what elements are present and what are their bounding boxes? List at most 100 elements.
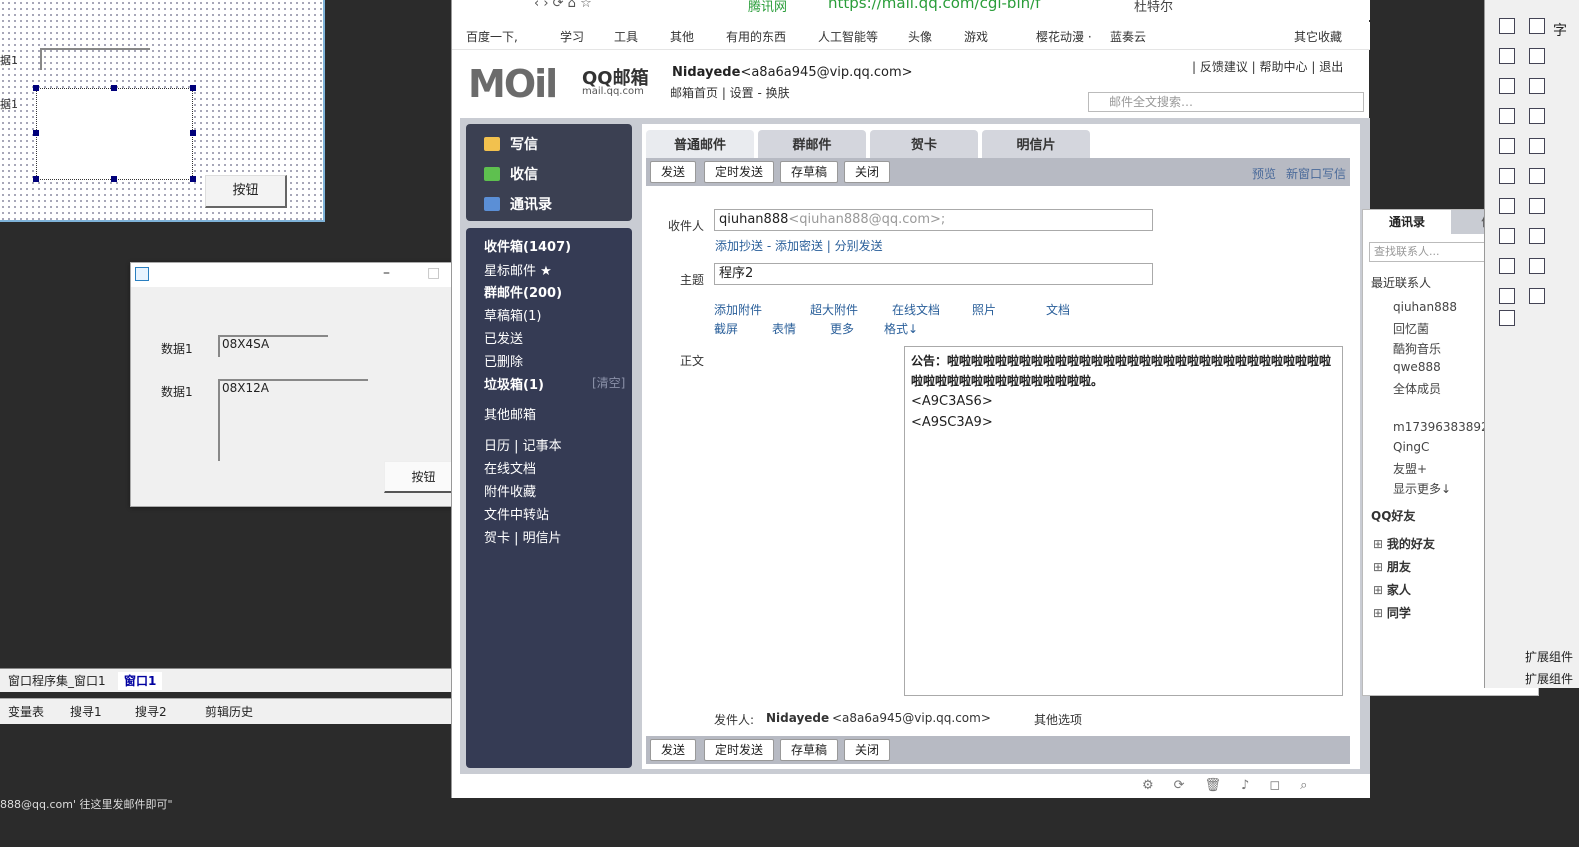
combo-icon[interactable] <box>1529 108 1545 124</box>
calendar-notes[interactable]: 日历 | 记事本 <box>484 435 562 454</box>
resize-handle[interactable] <box>190 176 196 182</box>
dialog-icon[interactable] <box>1499 258 1515 274</box>
contact-item[interactable]: 酷狗音乐 <box>1393 340 1441 357</box>
compose-button[interactable]: 写信 <box>484 134 538 154</box>
close-compose-button[interactable]: 关闭 <box>844 161 891 183</box>
people-icon[interactable] <box>1529 198 1545 214</box>
edit-icon[interactable] <box>1499 48 1515 64</box>
other-mailbox[interactable]: 其他邮箱 <box>484 404 536 423</box>
url-text[interactable]: https://mail.qq.com/cgi-bin/f <box>828 0 1040 12</box>
body-editor[interactable]: 公告：啦啦啦啦啦啦啦啦啦啦啦啦啦啦啦啦啦啦啦啦啦啦啦啦啦啦啦啦啦啦啦啦啦啦啦啦啦… <box>904 346 1343 696</box>
checkbox-icon[interactable] <box>1499 78 1515 94</box>
tab-window1[interactable]: 窗口1 <box>118 672 163 690</box>
designer-selected-editbox[interactable] <box>36 88 193 180</box>
show-more-link[interactable]: 显示更多↓ <box>1393 480 1451 497</box>
folder-spam[interactable]: 垃圾箱(1) <box>484 374 544 393</box>
listbox-icon[interactable] <box>1499 108 1515 124</box>
format-button[interactable]: 格式↓ <box>884 320 918 337</box>
db-icon[interactable] <box>1529 288 1545 304</box>
receive-button[interactable]: 收信 <box>484 164 538 184</box>
contact-item[interactable]: qiuhan888 <box>1393 300 1457 314</box>
emoji-button[interactable]: 表情 <box>772 320 796 337</box>
group-my-friends[interactable]: 我的好友 <box>1373 535 1435 552</box>
contact-item[interactable]: qwe888 <box>1393 360 1441 374</box>
ext-component-2[interactable]: 扩展组件 <box>1525 670 1573 687</box>
schedule-send-button-bottom[interactable]: 定时发送 <box>704 739 775 761</box>
button-icon[interactable] <box>1529 48 1545 64</box>
nav-icons[interactable]: ‹ › ⟳ ⌂ ☆ <box>534 0 592 11</box>
folder-starred[interactable]: 星标邮件 ★ <box>484 260 552 279</box>
maximize-button[interactable]: □ <box>427 265 440 281</box>
screenshot-button[interactable]: 截屏 <box>714 320 738 337</box>
file-transfer[interactable]: 文件中转站 <box>484 504 549 523</box>
bookmark-item[interactable]: 蓝奏云 <box>1110 28 1146 45</box>
minimize-button[interactable]: – <box>383 265 390 281</box>
tab-group-mail[interactable]: 群邮件 <box>758 130 866 158</box>
bookmark-item[interactable]: 头像 <box>908 28 932 45</box>
send-button[interactable]: 发送 <box>650 161 697 183</box>
account-button[interactable]: 杜特尔 <box>1134 0 1173 15</box>
panel-icon[interactable] <box>1529 168 1545 184</box>
table-icon[interactable] <box>1499 198 1515 214</box>
clear-spam-link[interactable]: [清空] <box>592 374 625 391</box>
odbc-icon[interactable] <box>1499 310 1515 326</box>
tree-icon[interactable] <box>1499 288 1515 304</box>
other-options[interactable]: 其他选项 <box>1034 711 1082 728</box>
top-links[interactable]: | 反馈建议 | 帮助中心 | 退出 <box>1192 58 1343 75</box>
resize-handle[interactable] <box>33 85 39 91</box>
subject-input[interactable]: 程序2 <box>714 263 1153 285</box>
bookmark-item[interactable]: 人工智能等 <box>818 28 878 45</box>
pointer-icon[interactable] <box>1499 18 1515 34</box>
resize-handle[interactable] <box>33 130 39 136</box>
data-input-2[interactable]: 08X12A <box>218 379 368 461</box>
online-doc-attach[interactable]: 在线文档 <box>892 301 940 318</box>
data-input-1[interactable]: 08X4SA <box>218 335 328 357</box>
contact-item[interactable]: 回忆菌 <box>1393 320 1429 337</box>
folder-drafts[interactable]: 草稿箱(1) <box>484 305 541 324</box>
cc-bcc-links[interactable]: 添加抄送 - 添加密送 | 分别发送 <box>715 237 883 254</box>
bookmark-item[interactable]: 其它收藏 <box>1294 28 1342 45</box>
contact-item[interactable]: 友盟+ <box>1393 460 1427 477</box>
add-attachment[interactable]: 添加附件 <box>714 301 762 318</box>
mail-search-input[interactable]: 邮件全文搜索… <box>1088 92 1364 112</box>
new-window-link[interactable]: 新窗口写信 <box>1286 165 1346 182</box>
close-button-bottom[interactable]: 关闭 <box>844 739 891 761</box>
online-docs[interactable]: 在线文档 <box>484 458 536 477</box>
designer-button[interactable]: 按钮 <box>205 175 287 208</box>
tab-normal-mail[interactable]: 普通邮件 <box>646 130 754 158</box>
preview-link[interactable]: 预览 <box>1252 165 1276 182</box>
tab-contacts[interactable]: 通讯录 <box>1363 210 1451 234</box>
label-icon[interactable] <box>1529 18 1545 34</box>
user-links[interactable]: 邮箱首页 | 设置 - 换肤 <box>670 84 790 101</box>
folder-inbox[interactable]: 收件箱(1407) <box>484 236 571 255</box>
ext-component-1[interactable]: 扩展组件 <box>1525 648 1573 665</box>
resize-handle[interactable] <box>111 176 117 182</box>
folder-sent[interactable]: 已发送 <box>484 328 523 347</box>
progress-icon[interactable] <box>1529 138 1545 154</box>
footer-icons[interactable]: ⚙⟳🗑♪◻⌕ <box>1142 778 1327 793</box>
search1-tab[interactable]: 搜寻1 <box>70 703 102 721</box>
doc-attach[interactable]: 文档 <box>1046 301 1070 318</box>
bookmark-item[interactable]: 有用的东西 <box>726 28 786 45</box>
contact-item[interactable]: 全体成员 <box>1393 380 1441 397</box>
contacts-button[interactable]: 通讯录 <box>484 194 552 214</box>
clip-history-tab[interactable]: 剪辑历史 <box>205 703 253 721</box>
folder-deleted[interactable]: 已删除 <box>484 351 523 370</box>
form-designer-canvas[interactable]: 据1 据1 按钮 <box>0 0 325 222</box>
variable-table-tab[interactable]: 变量表 <box>8 703 44 721</box>
contact-item[interactable]: QingC <box>1393 440 1429 454</box>
more-button[interactable]: 更多 <box>830 320 854 337</box>
clock-icon[interactable] <box>1529 228 1545 244</box>
window-titlebar[interactable]: – □ ✕ <box>131 263 500 287</box>
bookmark-item[interactable]: 工具 <box>614 28 638 45</box>
bookmark-item[interactable]: 樱花动漫 · <box>1036 28 1092 45</box>
schedule-send-button[interactable]: 定时发送 <box>704 161 775 183</box>
bookmark-item[interactable]: 学习 <box>560 28 584 45</box>
scroll-icon[interactable] <box>1499 138 1515 154</box>
timer-icon[interactable] <box>1499 228 1515 244</box>
to-input[interactable]: qiuhan888<qiuhan888@qq.com>; <box>714 209 1153 231</box>
resize-handle[interactable] <box>190 85 196 91</box>
tab-card[interactable]: 贺卡 <box>870 130 978 158</box>
send-button-bottom[interactable]: 发送 <box>650 739 697 761</box>
bookmark-item[interactable]: 百度一下, <box>466 28 518 45</box>
